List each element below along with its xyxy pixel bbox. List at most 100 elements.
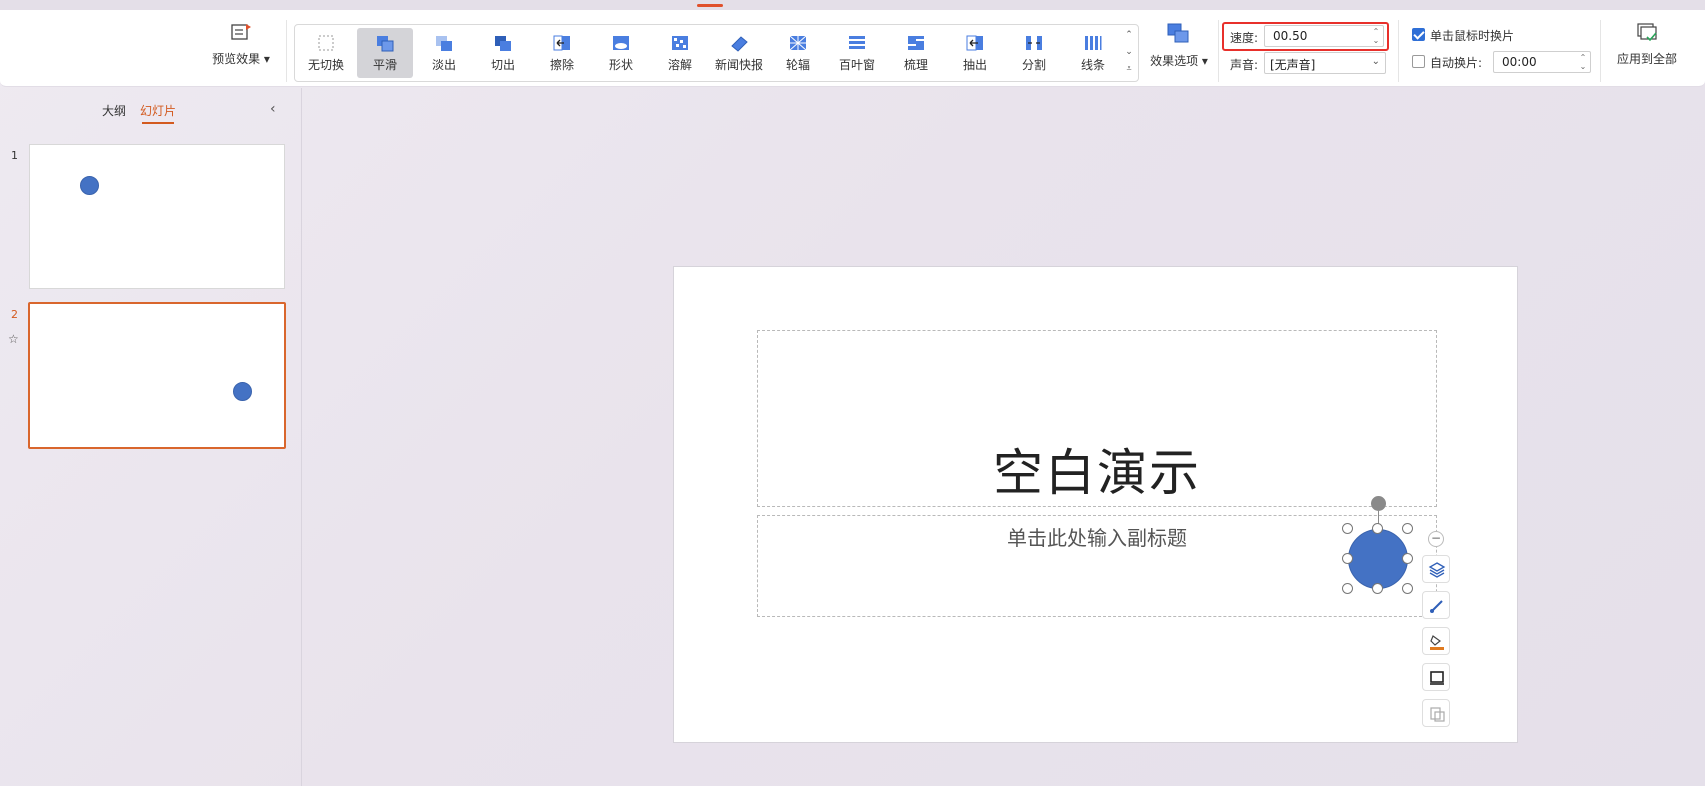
divider [286, 20, 287, 82]
sound-select[interactable]: [无声音] ⌄ [1264, 52, 1386, 74]
lines-icon [1083, 34, 1103, 52]
divider [1218, 20, 1219, 82]
transition-label: 无切换 [307, 58, 344, 72]
apply-to-all-button[interactable]: 应用到全部 [1605, 22, 1689, 82]
transition-label: 线条 [1080, 58, 1105, 72]
transition-lines[interactable]: 线条 [1065, 28, 1121, 78]
wheel-icon [788, 34, 808, 52]
resize-handle[interactable] [1342, 523, 1353, 534]
newsflash-icon [729, 34, 749, 52]
resize-handle[interactable] [1342, 553, 1353, 564]
layers-button[interactable] [1422, 555, 1450, 583]
slide-canvas[interactable]: 空白演示 单击此处输入副标题 [673, 266, 1518, 743]
divider [1600, 20, 1601, 82]
gallery-scroll-down-icon[interactable]: ⌄ [1122, 45, 1136, 59]
transition-cut[interactable]: 切出 [475, 28, 531, 78]
transition-newsflash[interactable]: 新闻快报 [711, 28, 767, 78]
transition-label: 梳理 [903, 58, 928, 72]
style-brush-button[interactable] [1422, 591, 1450, 619]
circle-shape[interactable] [1348, 529, 1408, 589]
fill-bucket-icon [1430, 635, 1444, 650]
transition-ribbon: 预览效果 ▾ 无切换 平滑 淡出 切出 擦除 形状 溶解 新闻快报 轮辐 百叶窗 梳理 抽出 分割 线条 … [0, 10, 1705, 87]
outline-icon [1430, 671, 1444, 685]
resize-handle[interactable] [1372, 583, 1383, 594]
auto-advance-input[interactable]: 00:00 ⌃ ⌄ [1493, 51, 1591, 73]
transition-dissolve[interactable]: 溶解 [652, 28, 708, 78]
shape-icon [611, 34, 631, 52]
transition-label: 抽出 [962, 58, 987, 72]
transition-label: 轮辐 [785, 58, 810, 72]
collapse-panel-icon[interactable]: ‹ [270, 101, 276, 117]
circle-shape [80, 176, 99, 195]
collapse-toolbar-icon[interactable]: − [1428, 531, 1444, 547]
gallery-expand-icon[interactable]: ⩡ [1122, 62, 1136, 76]
subtitle-placeholder[interactable]: 单击此处输入副标题 [757, 515, 1437, 617]
cut-icon [493, 34, 513, 52]
more-tools-icon [1430, 707, 1445, 722]
resize-handle[interactable] [1402, 553, 1413, 564]
slide-thumbnail-1[interactable] [29, 144, 285, 289]
sound-label: 声音: [1230, 58, 1259, 72]
auto-advance-label: 自动换片: [1430, 56, 1483, 70]
transition-no-transition[interactable]: 无切换 [298, 28, 354, 78]
speed-value: 00.50 [1273, 29, 1308, 43]
on-click-label: 单击鼠标时换片 [1430, 29, 1515, 43]
speed-input[interactable]: 00.50 ⌃ ⌄ [1264, 25, 1384, 47]
transition-label: 平滑 [372, 58, 397, 72]
layers-icon [1428, 562, 1446, 578]
pull-icon [965, 34, 985, 52]
resize-handle[interactable] [1372, 523, 1383, 534]
speed-spinner-icon[interactable]: ⌃ ⌄ [1371, 27, 1381, 45]
transition-blinds[interactable]: 百叶窗 [829, 28, 885, 78]
divider [1398, 20, 1399, 82]
tab-outline[interactable]: 大纲 [102, 102, 126, 119]
transition-smooth[interactable]: 平滑 [357, 28, 413, 78]
preview-effect-label: 预览效果 [212, 52, 261, 66]
apply-to-all-label: 应用到全部 [1616, 52, 1677, 66]
transition-comb[interactable]: 梳理 [888, 28, 944, 78]
outline-button[interactable] [1422, 663, 1450, 691]
resize-handle[interactable] [1402, 583, 1413, 594]
transition-label: 溶解 [667, 58, 692, 72]
selected-circle-shape[interactable] [1342, 496, 1413, 594]
slide-thumbnail-2[interactable] [28, 302, 286, 449]
slide-number: 2 [11, 308, 18, 321]
panel-divider [301, 88, 302, 786]
resize-handle[interactable] [1402, 523, 1413, 534]
slide-title[interactable]: 空白演示 [758, 433, 1436, 505]
split-icon [1024, 34, 1044, 52]
chevron-down-icon: ⌄ [1371, 56, 1380, 67]
transition-shape[interactable]: 形状 [593, 28, 649, 78]
transition-label: 新闻快报 [714, 58, 763, 72]
transition-fade[interactable]: 淡出 [416, 28, 472, 78]
auto-advance-checkbox[interactable] [1412, 55, 1425, 68]
dissolve-icon [670, 34, 690, 52]
on-click-checkbox[interactable] [1412, 28, 1425, 41]
gallery-scroll-up-icon[interactable]: ⌃ [1122, 28, 1136, 42]
effect-options-button[interactable]: 效果选项 ▾ [1146, 22, 1212, 82]
effect-options-label: 效果选项 [1150, 54, 1199, 68]
transition-wheel[interactable]: 轮辐 [770, 28, 826, 78]
resize-handle[interactable] [1342, 583, 1353, 594]
slide-subtitle[interactable]: 单击此处输入副标题 [758, 522, 1436, 551]
circle-shape [233, 382, 252, 401]
transition-label: 形状 [608, 58, 633, 72]
transition-wipe[interactable]: 擦除 [534, 28, 590, 78]
transition-label: 分割 [1021, 58, 1046, 72]
fill-button[interactable] [1422, 627, 1450, 655]
speed-label: 速度: [1230, 31, 1259, 45]
tab-slides[interactable]: 幻灯片 [140, 102, 176, 124]
transition-split[interactable]: 分割 [1006, 28, 1062, 78]
title-placeholder[interactable]: 空白演示 [757, 330, 1437, 507]
auto-advance-spinner-icon[interactable]: ⌃ ⌄ [1578, 53, 1588, 71]
rotate-handle-icon[interactable] [1371, 496, 1386, 511]
preview-effect-button[interactable]: 预览效果 ▾ [208, 22, 274, 82]
transition-label: 淡出 [431, 58, 456, 72]
animation-star-icon: ☆ [8, 332, 19, 346]
comb-icon [906, 34, 926, 52]
transition-pull[interactable]: 抽出 [947, 28, 1003, 78]
transition-gallery: 无切换 平滑 淡出 切出 擦除 形状 溶解 新闻快报 轮辐 百叶窗 梳理 抽出 分割 线条 ⌃ ⌄ ⩡ [294, 24, 1139, 82]
more-tools-button[interactable] [1422, 699, 1450, 727]
slide-number: 1 [11, 149, 18, 162]
smooth-icon [375, 34, 395, 52]
